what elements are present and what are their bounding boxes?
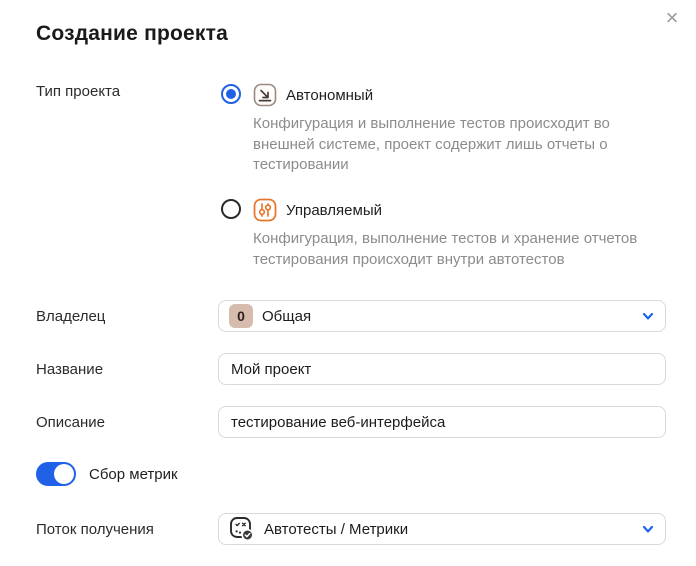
name-label: Название — [36, 361, 218, 378]
option-managed-label: Управляемый — [286, 202, 382, 219]
autotests-icon — [229, 516, 255, 542]
metrics-row: Сбор метрик — [36, 462, 666, 486]
option-autonomous-label: Автономный — [286, 87, 373, 104]
close-icon[interactable]: × — [658, 4, 686, 32]
chevron-down-icon — [641, 309, 655, 323]
flow-label: Поток получения — [36, 521, 218, 538]
project-type-label: Тип проекта — [36, 83, 218, 100]
description-input[interactable] — [218, 406, 666, 438]
owner-row: Владелец 0 Общая — [36, 300, 666, 332]
owner-label: Владелец — [36, 308, 218, 325]
name-row: Название — [36, 353, 666, 385]
import-tray-icon — [253, 83, 277, 107]
flow-select[interactable]: Автотесты / Метрики — [218, 513, 666, 545]
create-project-dialog: × Создание проекта Тип проекта — [0, 0, 696, 566]
chevron-down-icon — [641, 522, 655, 536]
radio-autonomous[interactable] — [221, 84, 241, 104]
owner-value: Общая — [262, 308, 311, 325]
project-type-options: Автономный Конфигурация и выполнение тес… — [218, 83, 666, 270]
radio-managed[interactable] — [221, 199, 241, 219]
owner-select[interactable]: 0 Общая — [218, 300, 666, 332]
flow-row: Поток получения Автотесты / Метрики — [36, 513, 666, 545]
owner-count-badge: 0 — [229, 304, 253, 328]
metrics-toggle[interactable] — [36, 462, 76, 486]
metrics-label: Сбор метрик — [89, 466, 178, 483]
option-managed-description: Конфигурация, выполнение тестов и хранен… — [253, 229, 666, 270]
flow-value: Автотесты / Метрики — [264, 521, 408, 538]
option-autonomous-description: Конфигурация и выполнение тестов происхо… — [253, 114, 666, 176]
option-autonomous[interactable]: Автономный Конфигурация и выполнение тес… — [218, 83, 666, 176]
page-title: Создание проекта — [36, 22, 666, 46]
description-label: Описание — [36, 414, 218, 431]
project-type-row: Тип проекта Автономный — [36, 83, 666, 270]
option-managed[interactable]: Управляемый Конфигурация, выполнение тес… — [218, 198, 666, 270]
toggle-knob — [54, 464, 74, 484]
name-input[interactable] — [218, 353, 666, 385]
description-row: Описание — [36, 406, 666, 438]
sliders-icon — [253, 198, 277, 222]
